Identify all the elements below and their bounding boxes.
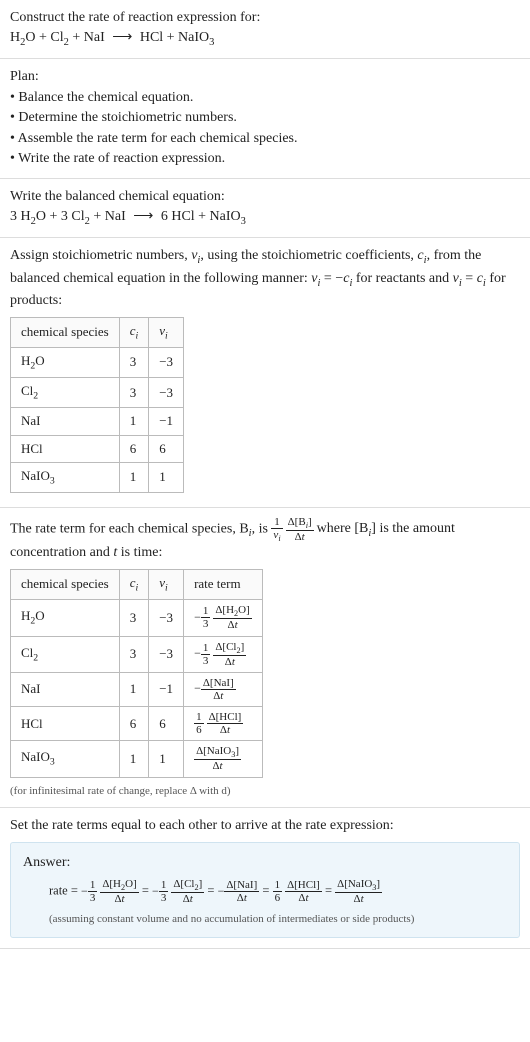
table-row: H2O3−3−13 Δ[H2O]Δt (11, 600, 263, 636)
stoich-table: chemical species ci νi H2O3−3Cl23−3NaI1−… (10, 317, 184, 493)
answer-box: Answer: rate = −13 Δ[H2O]Δt = −13 Δ[Cl2]… (10, 842, 520, 938)
plan-item: • Write the rate of reaction expression. (10, 149, 520, 169)
cell-ci: 6 (119, 707, 149, 741)
cell-rateterm: 16 Δ[HCl]Δt (184, 707, 263, 741)
cell-ci: 1 (119, 462, 149, 492)
answer-note: (assuming constant volume and no accumul… (23, 912, 507, 927)
table-row: H2O3−3 (11, 347, 184, 377)
cell-ci: 1 (119, 408, 149, 435)
final-heading: Set the rate terms equal to each other t… (10, 816, 520, 836)
cell-species: Cl2 (11, 378, 120, 408)
section-balanced: Write the balanced chemical equation: 3 … (0, 179, 530, 238)
rateterm-intro: The rate term for each chemical species,… (10, 516, 520, 563)
balanced-equation: 3 H2O + 3 Cl2 + NaI ⟶ 6 HCl + NaIO3 (10, 207, 520, 229)
cell-ci: 3 (119, 600, 149, 636)
cell-ci: 3 (119, 636, 149, 672)
section-plan: Plan: • Balance the chemical equation. •… (0, 59, 530, 179)
col-species: chemical species (11, 317, 120, 347)
section-final: Set the rate terms equal to each other t… (0, 808, 530, 949)
cell-species: NaIO3 (11, 462, 120, 492)
table-row: HCl66 (11, 435, 184, 462)
plan-heading: Plan: (10, 67, 520, 87)
cell-vi: −1 (149, 672, 184, 706)
col-rateterm: rate term (184, 569, 263, 599)
cell-ci: 6 (119, 435, 149, 462)
cell-rateterm: −13 Δ[H2O]Δt (184, 600, 263, 636)
table-row: NaIO311 (11, 462, 184, 492)
section-prompt: Construct the rate of reaction expressio… (0, 0, 530, 59)
col-ci: ci (119, 317, 149, 347)
cell-ci: 1 (119, 741, 149, 777)
cell-species: H2O (11, 600, 120, 636)
cell-vi: −3 (149, 636, 184, 672)
rateterm-table: chemical species ci νi rate term H2O3−3−… (10, 569, 263, 778)
plan-item: • Determine the stoichiometric numbers. (10, 108, 520, 128)
cell-species: HCl (11, 435, 120, 462)
cell-vi: −3 (149, 347, 184, 377)
col-vi: νi (149, 569, 184, 599)
plan-item: • Balance the chemical equation. (10, 88, 520, 108)
prompt-text: Construct the rate of reaction expressio… (10, 8, 520, 28)
table-header-row: chemical species ci νi (11, 317, 184, 347)
table-row: Cl23−3−13 Δ[Cl2]Δt (11, 636, 263, 672)
cell-vi: 1 (149, 741, 184, 777)
cell-vi: −3 (149, 600, 184, 636)
answer-rate-expression: rate = −13 Δ[H2O]Δt = −13 Δ[Cl2]Δt = −Δ[… (23, 878, 507, 905)
table-row: HCl6616 Δ[HCl]Δt (11, 707, 263, 741)
plan-item: • Assemble the rate term for each chemic… (10, 129, 520, 149)
table-row: Cl23−3 (11, 378, 184, 408)
cell-rateterm: −13 Δ[Cl2]Δt (184, 636, 263, 672)
balanced-heading: Write the balanced chemical equation: (10, 187, 520, 207)
table-row: NaI1−1 (11, 408, 184, 435)
answer-label: Answer: (23, 853, 507, 873)
cell-species: Cl2 (11, 636, 120, 672)
cell-vi: −1 (149, 408, 184, 435)
unbalanced-equation: H2O + Cl2 + NaI ⟶ HCl + NaIO3 (10, 28, 520, 50)
section-stoich: Assign stoichiometric numbers, νi, using… (0, 238, 530, 508)
rateterm-footnote: (for infinitesimal rate of change, repla… (10, 784, 520, 799)
cell-vi: 6 (149, 435, 184, 462)
cell-ci: 3 (119, 378, 149, 408)
cell-species: NaIO3 (11, 741, 120, 777)
cell-species: NaI (11, 672, 120, 706)
table-row: NaIO311Δ[NaIO3]Δt (11, 741, 263, 777)
col-species: chemical species (11, 569, 120, 599)
cell-species: H2O (11, 347, 120, 377)
cell-vi: 6 (149, 707, 184, 741)
stoich-intro: Assign stoichiometric numbers, νi, using… (10, 246, 520, 311)
cell-species: NaI (11, 408, 120, 435)
cell-ci: 1 (119, 672, 149, 706)
cell-rateterm: −Δ[NaI]Δt (184, 672, 263, 706)
col-ci: ci (119, 569, 149, 599)
generic-rate-term: 1νi Δ[Bi]Δt (271, 521, 316, 535)
cell-species: HCl (11, 707, 120, 741)
cell-rateterm: Δ[NaIO3]Δt (184, 741, 263, 777)
table-row: NaI1−1−Δ[NaI]Δt (11, 672, 263, 706)
cell-vi: −3 (149, 378, 184, 408)
cell-vi: 1 (149, 462, 184, 492)
table-header-row: chemical species ci νi rate term (11, 569, 263, 599)
cell-ci: 3 (119, 347, 149, 377)
col-vi: νi (149, 317, 184, 347)
section-rateterm: The rate term for each chemical species,… (0, 508, 530, 808)
